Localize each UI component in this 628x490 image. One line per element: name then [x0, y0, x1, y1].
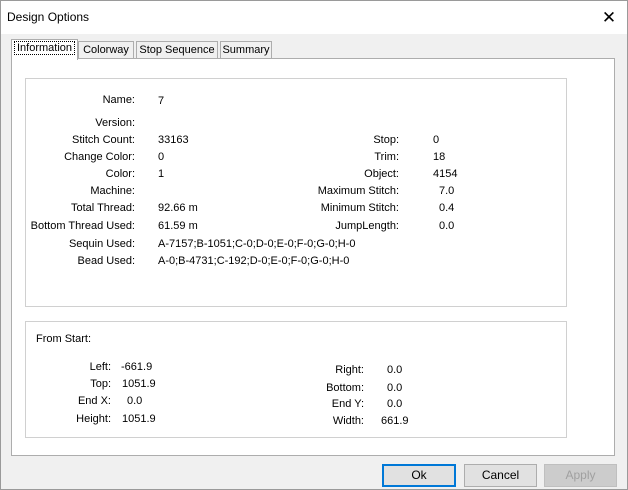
width-value: 661.9	[381, 415, 409, 427]
left-value: -661.9	[121, 361, 153, 373]
sequin-label: Sequin Used:	[68, 238, 135, 250]
stitch-count-value: 33163	[158, 134, 189, 146]
trim-value: 18	[433, 151, 446, 163]
bottom-label: Bottom:	[326, 382, 364, 394]
total-thread-value: 92.66 m	[158, 202, 198, 214]
machine-label: Machine:	[90, 185, 135, 197]
name-value: 7	[158, 95, 165, 107]
right-label: Right:	[335, 364, 364, 376]
end-y-label: End Y:	[331, 398, 364, 410]
tab-label: Colorway	[83, 44, 129, 56]
height-value: 1051.9	[122, 413, 156, 425]
maximum-stitch-value: 7.0	[439, 185, 455, 197]
end-x-label: End X:	[77, 395, 111, 407]
sequin-value: A-7157;B-1051;C-0;D-0;E-0;F-0;G-0;H-0	[158, 238, 356, 250]
bottom-value: 0.0	[387, 382, 403, 394]
tab-label: Stop Sequence	[139, 44, 215, 56]
information-panel: Name: 7 Version: Stitch Count: 33163 Cha…	[11, 58, 615, 456]
tab-summary[interactable]: Summary	[220, 41, 272, 59]
title-bar: Design Options ✕	[1, 1, 627, 34]
cancel-button[interactable]: Cancel	[464, 464, 537, 487]
tab-label: Information	[13, 41, 76, 55]
from-start-header: From Start:	[36, 333, 92, 345]
end-y-value: 0.0	[387, 398, 403, 410]
maximum-stitch-label: Maximum Stitch:	[317, 185, 399, 197]
width-label: Width:	[332, 415, 364, 427]
bead-label: Bead Used:	[77, 255, 135, 267]
color-label: Color:	[105, 168, 135, 180]
window-title: Design Options	[7, 10, 90, 24]
color-value: 1	[158, 168, 165, 180]
top-value: 1051.9	[122, 378, 156, 390]
minimum-stitch-label: Minimum Stitch:	[320, 202, 399, 214]
object-value: 4154	[433, 168, 458, 180]
bead-value: A-0;B-4731;C-192;D-0;E-0;F-0;G-0;H-0	[158, 255, 350, 267]
right-value: 0.0	[387, 364, 403, 376]
height-label: Height:	[76, 413, 111, 425]
from-start-group: From Start: Left: -661.9 Top: 1051.9 End…	[25, 321, 567, 438]
tab-colorway[interactable]: Colorway	[78, 41, 134, 59]
left-label: Left:	[89, 361, 111, 373]
apply-button[interactable]: Apply	[544, 464, 617, 487]
trim-label: Trim:	[374, 151, 399, 163]
total-thread-label: Total Thread:	[70, 202, 135, 214]
name-label: Name:	[102, 94, 135, 106]
tab-information[interactable]: Information	[11, 39, 78, 60]
end-x-value: 0.0	[127, 395, 143, 407]
stop-value: 0	[433, 134, 440, 146]
tab-stop-sequence[interactable]: Stop Sequence	[136, 41, 218, 59]
change-color-label: Change Color:	[64, 151, 135, 163]
bottom-thread-label: Bottom Thread Used:	[30, 220, 135, 232]
jump-length-label: JumpLength:	[335, 220, 399, 232]
jump-length-value: 0.0	[439, 220, 455, 232]
design-options-dialog: Design Options ✕ Information Colorway St…	[0, 0, 628, 490]
ok-button[interactable]: Ok	[382, 464, 456, 487]
stop-label: Stop:	[373, 134, 399, 146]
minimum-stitch-value: 0.4	[439, 202, 455, 214]
object-label: Object:	[364, 168, 399, 180]
version-label: Version:	[95, 117, 135, 129]
stitch-count-label: Stitch Count:	[72, 134, 135, 146]
design-info-group: Name: 7 Version: Stitch Count: 33163 Cha…	[25, 78, 567, 307]
change-color-value: 0	[158, 151, 165, 163]
top-label: Top:	[90, 378, 111, 390]
close-icon[interactable]: ✕	[597, 7, 621, 29]
tab-label: Summary	[222, 44, 270, 56]
bottom-thread-value: 61.59 m	[158, 220, 198, 232]
